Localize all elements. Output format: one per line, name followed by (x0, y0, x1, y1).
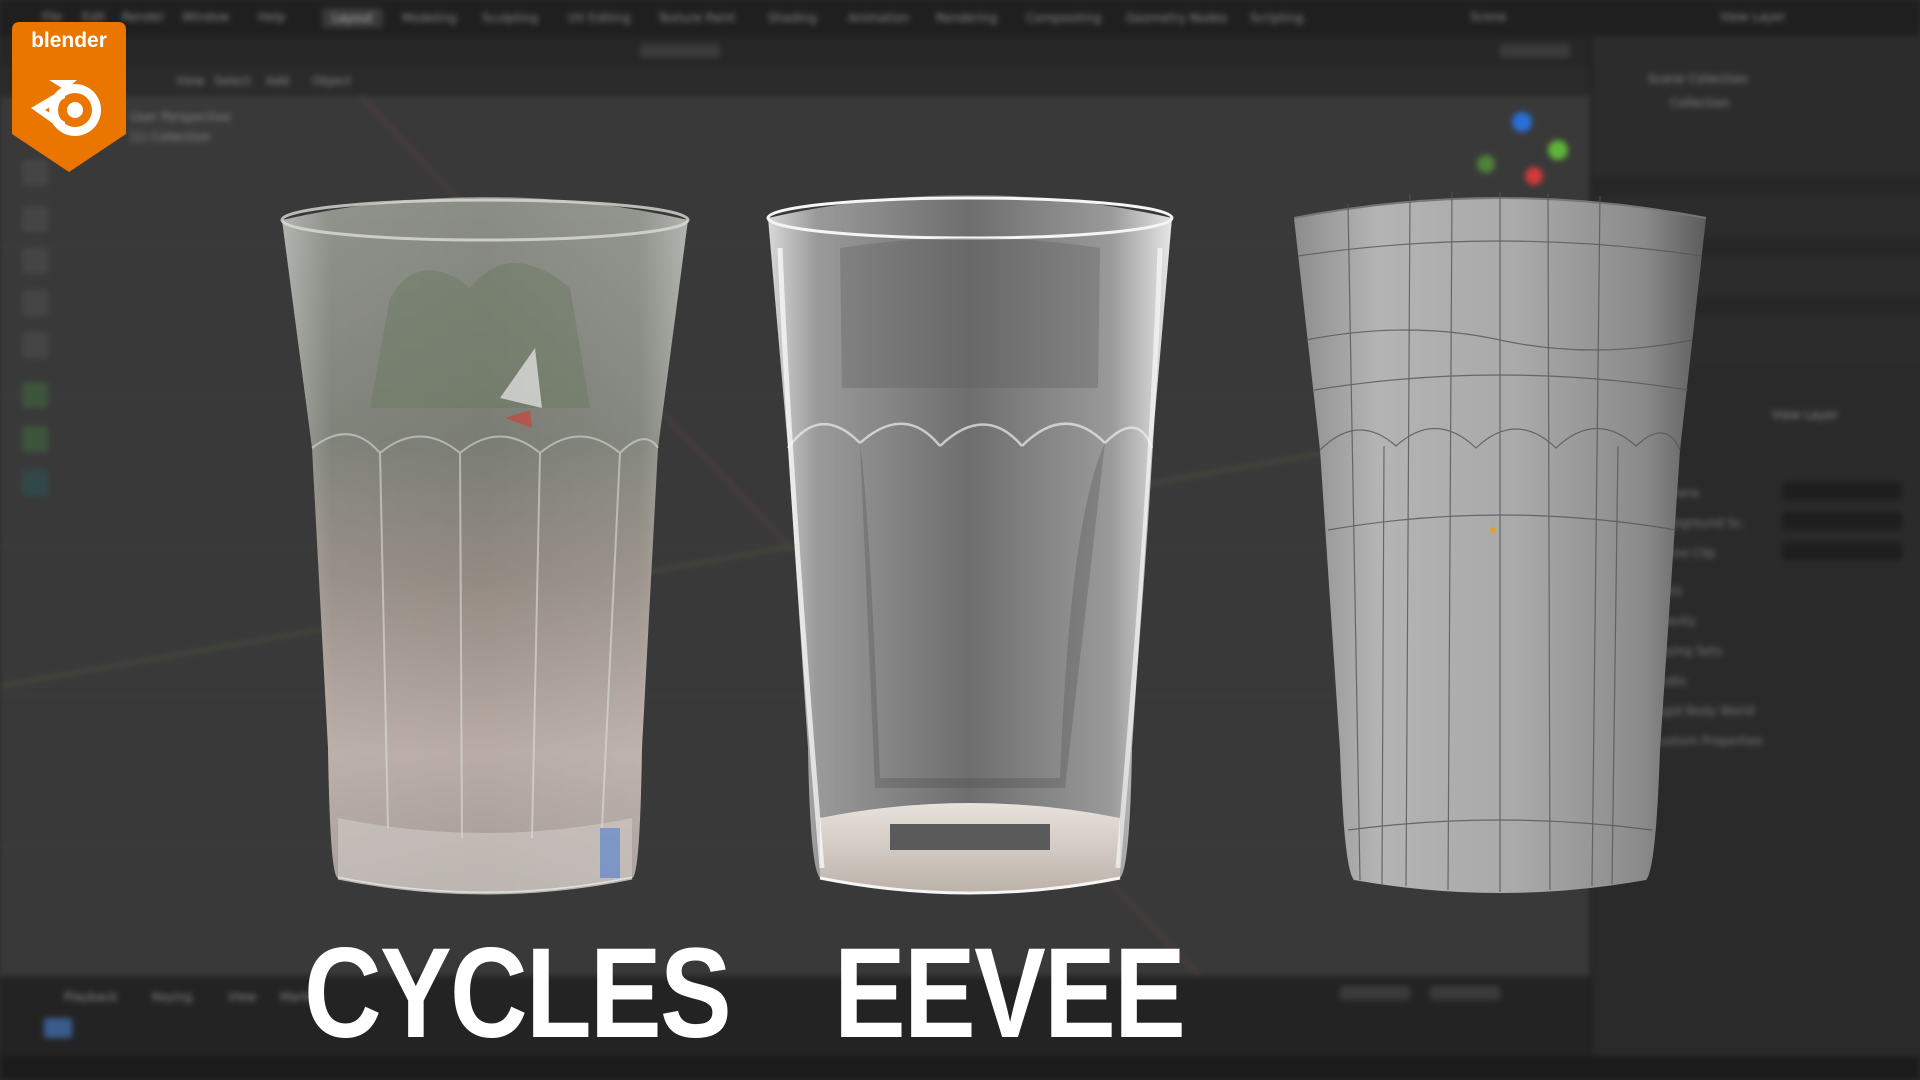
rotate-tool[interactable] (22, 248, 48, 274)
timeline-playback[interactable]: Playback (64, 990, 118, 1004)
add-cube-tool[interactable] (22, 470, 48, 496)
timeline-keying[interactable]: Keying (152, 990, 192, 1004)
view-layer-selector[interactable]: View Layer (1720, 10, 1786, 24)
move-tool[interactable] (22, 206, 48, 232)
tab-compositing[interactable]: Compositing (1016, 8, 1111, 28)
menu-select[interactable]: Select (214, 74, 251, 88)
background-field[interactable] (1782, 512, 1902, 530)
menu-help[interactable]: Help (258, 10, 285, 24)
eevee-glass-render (766, 195, 1174, 895)
scene-selector[interactable]: Scene (1470, 10, 1507, 24)
tab-sculpting[interactable]: Sculpting (472, 8, 548, 28)
menu-window[interactable]: Window (182, 10, 229, 24)
cycles-label: CYCLES (304, 922, 732, 1065)
tab-modeling[interactable]: Modeling (392, 8, 467, 28)
tab-layout[interactable]: Layout (322, 8, 383, 28)
transform-orientation[interactable] (640, 44, 720, 58)
tab-uv-editing[interactable]: UV Editing (558, 8, 641, 28)
annotate-tool[interactable] (22, 382, 48, 408)
measure-tool[interactable] (22, 426, 48, 452)
menu-view[interactable]: View (176, 74, 204, 88)
eevee-label: EEVEE (834, 922, 1186, 1065)
outliner-collection[interactable]: Collection (1670, 96, 1729, 110)
current-frame-indicator[interactable] (44, 1018, 72, 1038)
viewport-perspective-label: User Perspective (130, 110, 231, 124)
viewport-menu-bar: View Select Add Object (0, 66, 1590, 96)
menu-add[interactable]: Add (266, 74, 289, 88)
blender-logo: blender (12, 22, 126, 172)
transform-tool[interactable] (22, 332, 48, 358)
tab-shading[interactable]: Shading (758, 8, 827, 28)
props-view-layer-label: View Layer (1772, 408, 1838, 422)
menu-render[interactable]: Render (122, 10, 165, 24)
tab-rendering[interactable]: Rendering (926, 8, 1007, 28)
options-button[interactable] (1500, 44, 1570, 58)
tab-scripting[interactable]: Scripting (1240, 8, 1313, 28)
viewport-collection-label: (1) Collection (130, 130, 211, 144)
tool-shelf (10, 150, 60, 510)
timeline-view[interactable]: View (228, 990, 256, 1004)
viewport-header (0, 36, 1590, 66)
logo-text: blender (31, 29, 107, 52)
scale-tool[interactable] (22, 290, 48, 316)
camera-field[interactable] (1782, 482, 1902, 500)
wireframe-glass-model (1293, 191, 1707, 893)
menu-object[interactable]: Object (312, 74, 351, 88)
tab-geometry-nodes[interactable]: Geometry Nodes (1116, 8, 1237, 28)
end-frame-field[interactable] (1430, 986, 1500, 1000)
cycles-glass-render (280, 197, 690, 895)
outliner-scene-collection[interactable]: Scene Collection (1648, 72, 1748, 86)
active-clip-field[interactable] (1782, 542, 1902, 560)
tab-animation[interactable]: Animation (838, 8, 919, 28)
tab-texture-paint[interactable]: Texture Paint (648, 8, 745, 28)
start-frame-field[interactable] (1340, 986, 1410, 1000)
top-bar: File Edit Render Window Help Layout Mode… (0, 0, 1920, 36)
